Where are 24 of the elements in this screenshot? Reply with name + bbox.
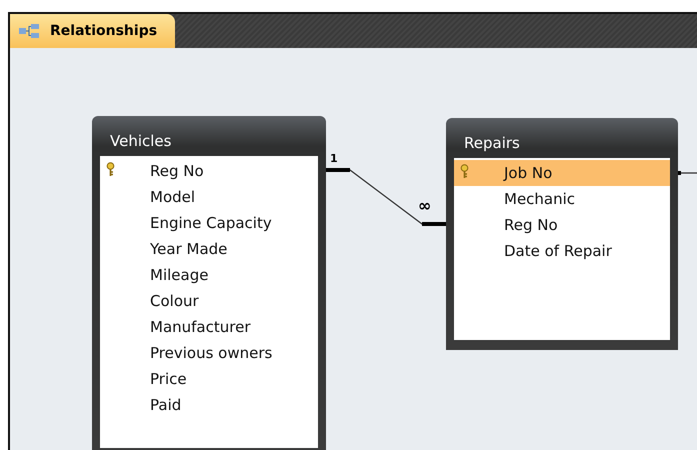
field-item[interactable]: Colour xyxy=(100,288,318,314)
field-item[interactable]: Model xyxy=(100,184,318,210)
one-label: 1 xyxy=(330,152,338,165)
many-label: ∞ xyxy=(418,198,432,214)
field-item[interactable]: Reg No xyxy=(454,212,670,238)
table-title: Vehicles xyxy=(109,131,172,152)
field-item[interactable]: Mechanic xyxy=(454,186,670,212)
table-window[interactable]: Repairs Job No Mechanic Reg No Date of Repair xyxy=(446,118,678,350)
relationships-tab[interactable]: Relationships xyxy=(10,14,176,48)
field-item[interactable]: Year Made xyxy=(100,236,318,262)
relationships-icon xyxy=(18,23,40,39)
field-item[interactable]: Paid xyxy=(100,392,318,418)
field-item[interactable]: Job No xyxy=(454,160,670,186)
table-title: Repairs xyxy=(463,133,521,154)
field-item[interactable]: Engine Capacity xyxy=(100,210,318,236)
field-item[interactable]: Price xyxy=(100,366,318,392)
field-item[interactable]: Previous owners xyxy=(100,340,318,366)
field-item[interactable]: Mileage xyxy=(100,262,318,288)
field-item[interactable]: Manufacturer xyxy=(100,314,318,340)
field-item[interactable]: Date of Repair xyxy=(454,238,670,264)
key-icon xyxy=(106,162,115,177)
key-icon xyxy=(460,164,469,179)
table-window[interactable]: Vehicles Reg No Model Engine Capacity Year Made Mileage Colour Manufacturer Previous owners Price Paid xyxy=(92,116,326,450)
field-item[interactable]: Reg No xyxy=(100,158,318,184)
